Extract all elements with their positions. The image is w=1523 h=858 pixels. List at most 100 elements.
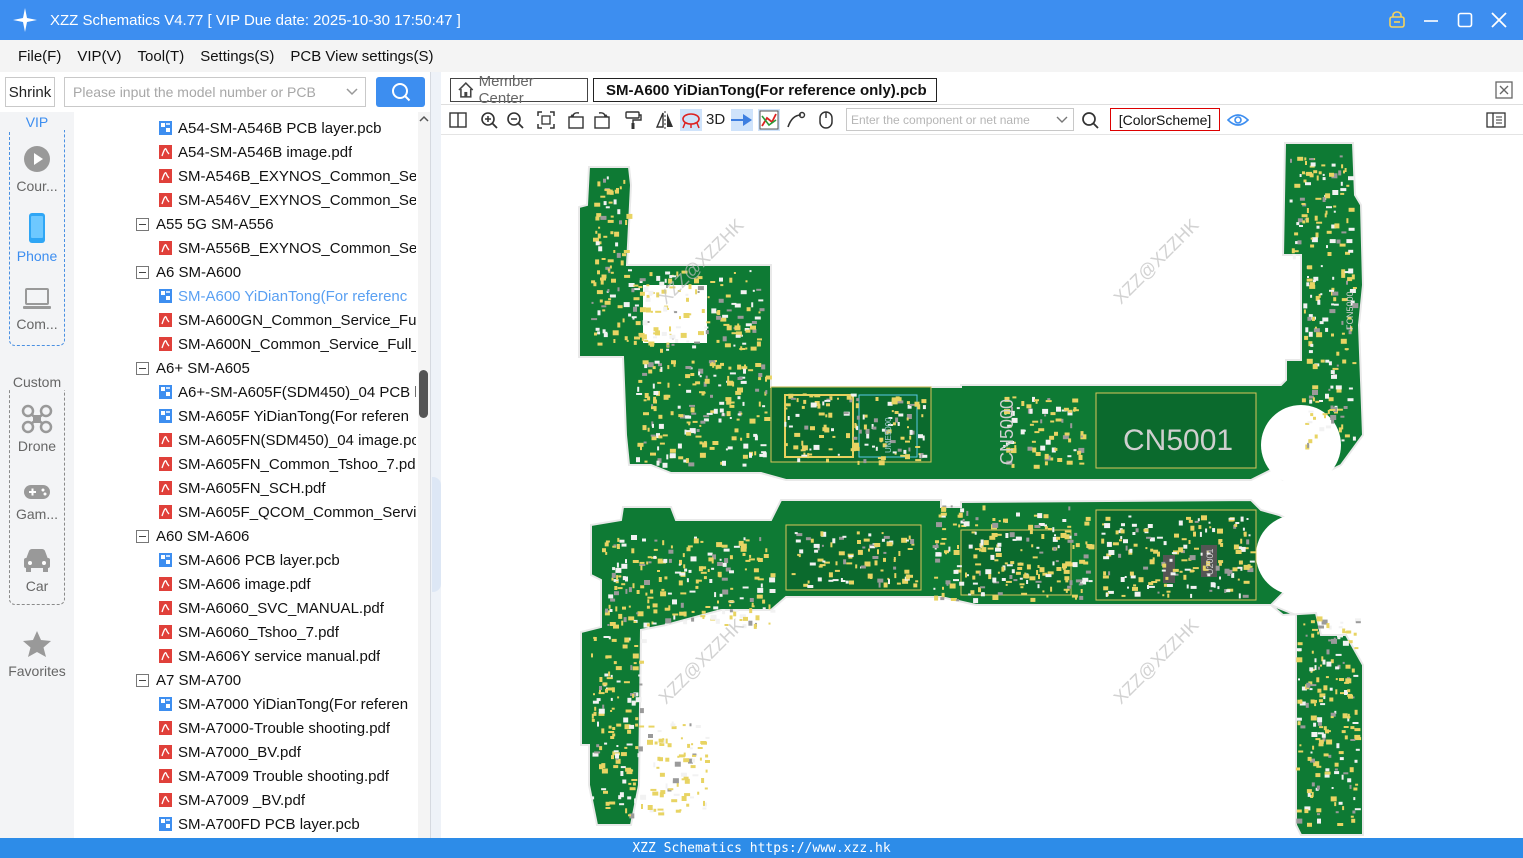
menu-tool[interactable]: Tool(T) — [138, 48, 185, 65]
pcb-pad — [601, 788, 607, 791]
category-courses[interactable]: Cour... — [0, 144, 74, 194]
chevron-down-icon[interactable] — [1051, 116, 1073, 124]
menu-settings[interactable]: Settings(S) — [200, 48, 274, 65]
tree-file-item[interactable]: SM-A556B_EXYNOS_Common_Serv — [158, 236, 416, 260]
tree-file-item[interactable]: SM-A605FN_SCH.pdf — [158, 476, 326, 500]
panel-splitter[interactable] — [430, 72, 441, 838]
zoom-in-button[interactable] — [478, 109, 500, 131]
tree-file-item[interactable]: SM-A7000 YiDianTong(For referen — [158, 692, 408, 716]
maximize-button[interactable] — [1455, 10, 1475, 30]
pcb-pad — [591, 796, 595, 800]
category-favorites[interactable]: Favorites — [0, 629, 74, 679]
collapse-toggle-icon[interactable] — [136, 673, 149, 687]
pcb-pad — [1290, 158, 1292, 163]
tree-file-item[interactable]: SM-A6060_Tshoo_7.pdf — [158, 620, 339, 644]
chevron-down-icon[interactable] — [339, 78, 365, 106]
tree-file-item[interactable]: SM-A7000_BV.pdf — [158, 740, 301, 764]
tree-file-item[interactable]: SM-A546V_EXYNOS_Common_Serv — [158, 188, 416, 212]
tree-file-item[interactable]: SM-A605FN(SDM450)_04 image.pc — [158, 428, 416, 452]
search-button[interactable] — [376, 77, 425, 107]
layer-toggle-button[interactable] — [680, 109, 702, 131]
mouse-mode-button[interactable] — [815, 109, 837, 131]
pcb-pad — [988, 574, 992, 580]
pcb-pad — [1045, 400, 1052, 403]
rotate-right-button[interactable] — [591, 109, 613, 131]
pcb-pad — [1130, 575, 1136, 579]
pcb-pad — [612, 733, 616, 737]
component-search-button[interactable] — [1079, 109, 1101, 131]
color-scheme-button[interactable]: [ColorScheme] — [1110, 108, 1220, 131]
shrink-button[interactable]: Shrink — [5, 77, 55, 107]
tree-file-item[interactable]: SM-A7009 Trouble shooting.pdf — [158, 764, 389, 788]
pcb-pad — [838, 551, 845, 556]
diode-mode-button[interactable] — [758, 109, 780, 131]
paint-button[interactable] — [622, 109, 644, 131]
close-button[interactable] — [1489, 10, 1509, 30]
zoom-out-button[interactable] — [504, 109, 526, 131]
tree-file-item[interactable]: A6+-SM-A605F(SDM450)_04 PCB l — [158, 380, 416, 404]
splitter-handle[interactable] — [432, 477, 441, 592]
probe-button[interactable] — [785, 109, 807, 131]
tab-member-center[interactable]: Member Center — [450, 73, 588, 107]
net-highlight-button[interactable] — [731, 109, 753, 131]
close-all-tabs-icon[interactable] — [1495, 81, 1513, 99]
tree-file-item[interactable]: A54-SM-A546B PCB layer.pcb — [158, 116, 381, 140]
tree-file-item[interactable]: SM-A606 PCB layer.pcb — [158, 548, 340, 572]
tree-file-item[interactable]: SM-A7009 _BV.pdf — [158, 788, 305, 812]
tree-folder[interactable]: A60 SM-A606 — [136, 524, 249, 548]
pcb-pad — [642, 372, 648, 376]
pcb-pad — [686, 297, 689, 302]
tree-file-item[interactable]: SM-A600N_Common_Service_Full_ — [158, 332, 416, 356]
fit-view-button[interactable] — [535, 109, 557, 131]
tree-file-item[interactable]: A54-SM-A546B image.pdf — [158, 140, 352, 164]
category-car[interactable]: Car — [0, 546, 74, 594]
pcb-pad — [751, 605, 755, 608]
scroll-up-icon[interactable] — [419, 114, 429, 124]
minimize-button[interactable] — [1421, 10, 1441, 30]
category-computer[interactable]: Com... — [0, 286, 74, 332]
lock-icon[interactable] — [1387, 10, 1407, 30]
menu-vip[interactable]: VIP(V) — [77, 48, 121, 65]
tree-file-item[interactable]: SM-A6060_SVC_MANUAL.pdf — [158, 596, 384, 620]
pcb-pad — [983, 540, 989, 546]
tab-pcb-file[interactable]: SM-A600 YiDianTong(For reference only).p… — [593, 78, 937, 102]
component-search-input[interactable]: Enter the component or net name — [846, 108, 1074, 131]
tree-file-item[interactable]: SM-A606 image.pdf — [158, 572, 311, 596]
collapse-toggle-icon[interactable] — [136, 217, 149, 231]
visibility-button[interactable] — [1227, 109, 1249, 131]
category-phone[interactable]: Phone — [0, 212, 74, 264]
menu-file[interactable]: File(F) — [18, 48, 61, 65]
side-panel-button[interactable] — [1485, 109, 1507, 131]
model-search-input[interactable]: Please input the model number or PCB — [64, 77, 366, 107]
pcb-pad — [834, 569, 840, 572]
pcb-board-view[interactable]: CN5001 CN5000 UME5000 U2001 FCN5000 XZZ@… — [441, 135, 1523, 838]
mirror-button[interactable] — [654, 109, 676, 131]
collapse-toggle-icon[interactable] — [136, 361, 149, 375]
category-games[interactable]: Gam... — [0, 482, 74, 522]
scroll-thumb[interactable] — [419, 370, 428, 418]
tree-scrollbar[interactable] — [418, 112, 430, 838]
pcb-canvas[interactable]: CN5001 CN5000 UME5000 U2001 FCN5000 XZZ@… — [441, 135, 1523, 838]
tree-file-item[interactable]: SM-A7000-Trouble shooting.pdf — [158, 716, 390, 740]
tree-file-item[interactable]: SM-A606Y service manual.pdf — [158, 644, 380, 668]
3d-view-button[interactable]: 3D — [706, 111, 725, 128]
dual-view-button[interactable] — [447, 109, 469, 131]
tree-file-item[interactable]: SM-A700FD PCB layer.pcb — [158, 812, 360, 836]
tree-file-item[interactable]: SM-A605FN_Common_Tshoo_7.pd — [158, 452, 416, 476]
tree-file-item[interactable]: SM-A600GN_Common_Service_Ful — [158, 308, 416, 332]
tree-folder[interactable]: A6+ SM-A605 — [136, 356, 250, 380]
tree-file-item[interactable]: SM-A600 YiDianTong(For referenc — [158, 284, 407, 308]
pcb-pad — [1038, 574, 1040, 580]
pcb-pad — [1329, 697, 1334, 702]
tree-folder[interactable]: A7 SM-A700 — [136, 668, 241, 692]
collapse-toggle-icon[interactable] — [136, 529, 149, 543]
tree-folder[interactable]: A6 SM-A600 — [136, 260, 241, 284]
category-drone[interactable]: Drone — [0, 404, 74, 454]
menu-pcb-view-settings[interactable]: PCB View settings(S) — [290, 48, 433, 65]
tree-file-item[interactable]: SM-A546B_EXYNOS_Common_Serv — [158, 164, 416, 188]
tree-file-item[interactable]: SM-A605F_QCOM_Common_Servic — [158, 500, 416, 524]
tree-file-item[interactable]: SM-A605F YiDianTong(For referen — [158, 404, 409, 428]
tree-folder[interactable]: A55 5G SM-A556 — [136, 212, 274, 236]
rotate-left-button[interactable] — [565, 109, 587, 131]
collapse-toggle-icon[interactable] — [136, 265, 149, 279]
